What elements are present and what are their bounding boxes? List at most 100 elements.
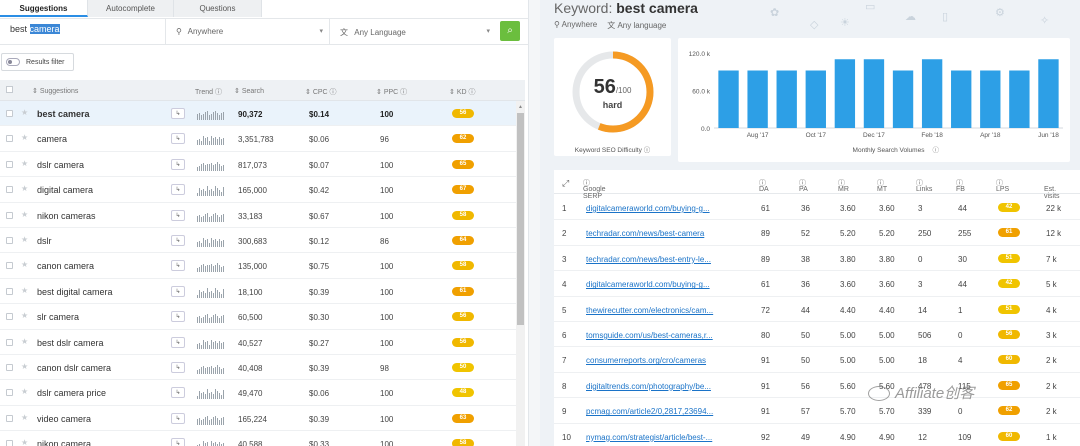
suggestion-keyword[interactable]: canon camera xyxy=(37,261,94,271)
row-checkbox[interactable] xyxy=(6,389,13,397)
row-checkbox[interactable] xyxy=(6,440,13,446)
open-keyword-button[interactable]: ↳ xyxy=(171,361,185,373)
row-checkbox[interactable] xyxy=(6,135,13,143)
open-keyword-button[interactable]: ↳ xyxy=(171,184,185,196)
star-icon[interactable]: ★ xyxy=(21,159,28,168)
scrollbar-thumb[interactable] xyxy=(517,113,524,325)
star-icon[interactable]: ★ xyxy=(21,133,28,142)
row-checkbox[interactable] xyxy=(6,313,13,321)
open-keyword-button[interactable]: ↳ xyxy=(171,387,185,399)
suggestion-row[interactable]: ★ best digital camera ↳ 18,100 $0.39 100 61 xyxy=(0,279,517,305)
open-keyword-button[interactable]: ↳ xyxy=(171,108,185,119)
open-keyword-button[interactable]: ↳ xyxy=(171,260,185,272)
suggestion-keyword[interactable]: dslr camera price xyxy=(37,388,106,398)
serp-url-link[interactable]: consumerreports.org/cro/cameras xyxy=(586,356,746,365)
star-icon[interactable]: ★ xyxy=(21,387,28,396)
keyword-input[interactable]: best camera xyxy=(0,19,166,45)
suggestion-row[interactable]: ★ canon camera ↳ 135,000 $0.75 100 58 xyxy=(0,253,517,279)
star-icon[interactable]: ★ xyxy=(21,438,28,446)
serp-url-link[interactable]: pcmag.com/article2/0,2817,23694... xyxy=(586,407,746,416)
open-keyword-button[interactable]: ↳ xyxy=(171,412,185,424)
row-checkbox[interactable] xyxy=(6,211,13,219)
suggestion-keyword[interactable]: video camera xyxy=(37,414,91,424)
star-icon[interactable]: ★ xyxy=(21,337,28,346)
row-checkbox[interactable] xyxy=(6,363,13,371)
serp-url-link[interactable]: nymag.com/strategist/article/best-... xyxy=(586,433,746,442)
tab-questions[interactable]: Questions xyxy=(174,0,262,17)
open-keyword-button[interactable]: ↳ xyxy=(171,285,185,297)
suggestion-keyword[interactable]: digital camera xyxy=(37,185,93,195)
star-icon[interactable]: ★ xyxy=(21,311,28,320)
tab-suggestions[interactable]: Suggestions xyxy=(0,0,88,17)
suggestion-row[interactable]: ★ video camera ↳ 165,224 $0.39 100 63 xyxy=(0,406,517,432)
location-select[interactable]: ⚲ Anywhere ▾ xyxy=(166,19,330,45)
header-ppc[interactable]: ⇕ PPC ⓘ xyxy=(376,87,407,97)
suggestion-row[interactable]: ★ dslr camera price ↳ 49,470 $0.06 100 48 xyxy=(0,380,517,406)
open-keyword-button[interactable]: ↳ xyxy=(171,158,185,170)
star-icon[interactable]: ★ xyxy=(21,108,28,117)
open-keyword-button[interactable]: ↳ xyxy=(171,311,185,323)
suggestion-keyword[interactable]: dslr camera xyxy=(37,160,84,170)
search-button[interactable]: ⌕ xyxy=(500,21,520,41)
suggestion-row[interactable]: ★ dslr ↳ 300,683 $0.12 86 64 xyxy=(0,228,517,254)
suggestion-keyword[interactable]: nikon cameras xyxy=(37,211,96,221)
suggestion-row[interactable]: ★ dslr camera ↳ 817,073 $0.07 100 65 xyxy=(0,152,517,178)
open-keyword-button[interactable]: ↳ xyxy=(171,133,185,145)
star-icon[interactable]: ★ xyxy=(21,210,28,219)
suggestion-row[interactable]: ★ digital camera ↳ 165,000 $0.42 100 67 xyxy=(0,177,517,203)
row-checkbox[interactable] xyxy=(6,110,13,117)
suggestion-row[interactable]: ★ canon dslr camera ↳ 40,408 $0.39 98 50 xyxy=(0,355,517,381)
star-icon[interactable]: ★ xyxy=(21,362,28,371)
open-keyword-button[interactable]: ↳ xyxy=(171,209,185,221)
scroll-up-arrow-icon[interactable]: ▲ xyxy=(518,104,523,110)
expand-icon[interactable]: ⤢ xyxy=(562,178,569,189)
suggestion-row[interactable]: ★ nikon cameras ↳ 33,183 $0.67 100 58 xyxy=(0,203,517,228)
tab-autocomplete[interactable]: Autocomplete xyxy=(88,0,174,17)
row-checkbox[interactable] xyxy=(6,236,13,244)
header-suggestions[interactable]: ⇕ Suggestions xyxy=(32,87,78,95)
suggestion-row[interactable]: ★ slr camera ↳ 60,500 $0.30 100 56 xyxy=(0,304,517,330)
serp-url-link[interactable]: digitaltrends.com/photography/be... xyxy=(586,382,746,391)
suggestion-keyword[interactable]: dslr xyxy=(37,236,52,246)
suggestion-keyword[interactable]: best camera xyxy=(37,109,90,119)
star-icon[interactable]: ★ xyxy=(21,413,28,422)
star-icon[interactable]: ★ xyxy=(21,260,28,269)
suggestion-keyword[interactable]: best dslr camera xyxy=(37,338,104,348)
row-checkbox[interactable] xyxy=(6,160,13,168)
header-search[interactable]: ⇕ Search xyxy=(234,87,264,95)
language-select[interactable]: 文 Any Language ▾ xyxy=(330,19,496,45)
suggestion-keyword[interactable]: camera xyxy=(37,134,67,144)
results-filter-toggle[interactable]: Results filter xyxy=(1,53,74,71)
header-cpc[interactable]: ⇕ CPC ⓘ xyxy=(305,87,337,97)
suggestion-keyword[interactable]: nikon camera xyxy=(37,439,91,446)
row-checkbox[interactable] xyxy=(6,338,13,346)
header-trend[interactable]: Trend ⓘ xyxy=(195,87,222,97)
open-keyword-button[interactable]: ↳ xyxy=(171,336,185,348)
serp-url-link[interactable]: digitalcameraworld.com/buying-g... xyxy=(586,280,746,289)
serp-url-link[interactable]: thewirecutter.com/electronics/cam... xyxy=(586,306,746,315)
row-checkbox[interactable] xyxy=(6,414,13,422)
suggestion-row[interactable]: ★ nikon camera ↳ 40,588 $0.33 100 58 xyxy=(0,431,517,446)
star-icon[interactable]: ★ xyxy=(21,286,28,295)
serp-url-link[interactable]: digitalcameraworld.com/buying-g... xyxy=(586,204,746,213)
scrollbar[interactable]: ▲ xyxy=(516,101,525,446)
suggestion-row[interactable]: ★ best dslr camera ↳ 40,527 $0.27 100 56 xyxy=(0,330,517,355)
serp-url-link[interactable]: techradar.com/news/best-camera xyxy=(586,229,746,238)
row-checkbox[interactable] xyxy=(6,262,13,270)
suggestion-row[interactable]: ★ best camera ↳ 90,372 $0.14 100 56 xyxy=(0,101,517,127)
info-icon[interactable]: ⓘ xyxy=(644,147,651,154)
star-icon[interactable]: ★ xyxy=(21,184,28,193)
header-kd[interactable]: ⇕ KD ⓘ xyxy=(449,87,476,97)
suggestion-keyword[interactable]: best digital camera xyxy=(37,287,113,297)
select-all-checkbox[interactable] xyxy=(6,86,13,93)
suggestion-row[interactable]: ★ camera ↳ 3,351,783 $0.06 96 62 xyxy=(0,126,517,152)
open-keyword-button[interactable]: ↳ xyxy=(171,438,185,446)
suggestion-keyword[interactable]: slr camera xyxy=(37,312,79,322)
serp-url-link[interactable]: tomsguide.com/us/best-cameras,r... xyxy=(586,331,746,340)
row-checkbox[interactable] xyxy=(6,287,13,295)
star-icon[interactable]: ★ xyxy=(21,235,28,244)
row-checkbox[interactable] xyxy=(6,186,13,194)
serp-url-link[interactable]: techradar.com/news/best-entry-le... xyxy=(586,255,746,264)
open-keyword-button[interactable]: ↳ xyxy=(171,234,185,246)
suggestion-keyword[interactable]: canon dslr camera xyxy=(37,363,111,373)
